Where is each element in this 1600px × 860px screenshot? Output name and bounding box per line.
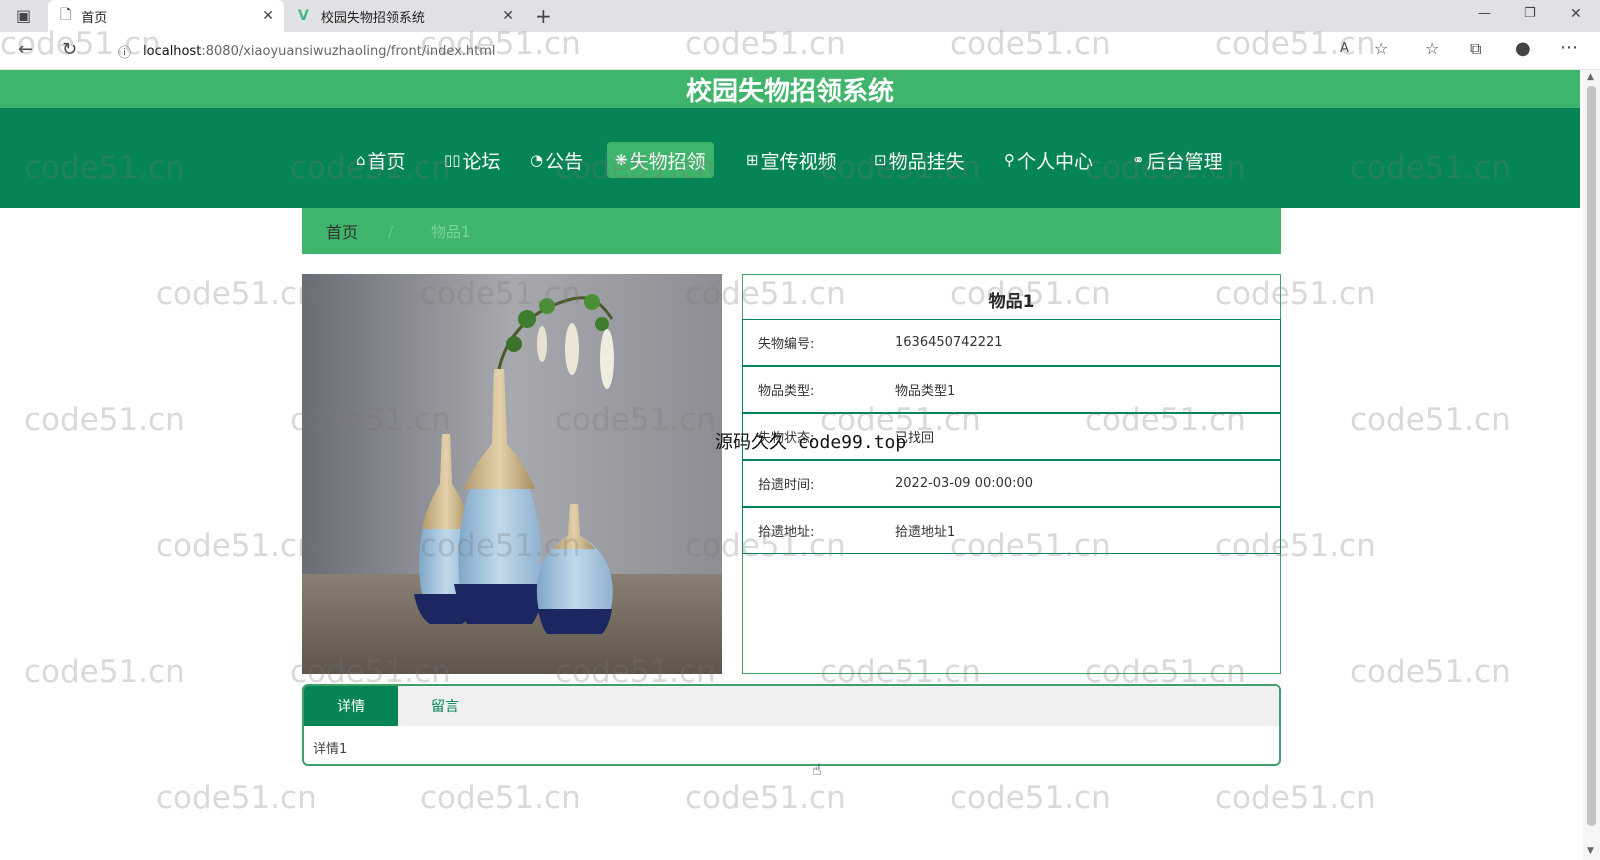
more-icon[interactable]: ⋯ <box>1560 37 1578 58</box>
info-icon: ⓘ <box>118 45 132 61</box>
nav-label: 论坛 <box>462 150 501 173</box>
detail-row-address: 拾遗地址: 拾遗地址1 <box>742 507 1281 554</box>
hand-cursor-icon: ☝ <box>812 760 822 779</box>
nav-item-profile[interactable]: ⚲ 个人中心 <box>996 142 1101 178</box>
nav-item-video[interactable]: ⊞ 宣传视频 <box>738 142 845 178</box>
item-title: 物品1 <box>988 292 1035 312</box>
user-icon: ⚲ <box>1004 151 1015 169</box>
page-scrollbar[interactable]: ▲ ▼ <box>1583 70 1600 860</box>
browser-tab-bar: ▣ 🗋 首页 ✕ V 校园失物招领系统 ✕ + — ❐ ✕ <box>0 0 1600 32</box>
close-tab-icon[interactable]: ✕ <box>262 8 274 24</box>
browser-tab-title: 首页 <box>81 10 108 26</box>
field-value: 1636450742221 <box>895 335 1003 350</box>
home-icon: ⌂ <box>356 151 366 169</box>
nav-label: 首页 <box>367 150 406 173</box>
field-value: 拾遗地址1 <box>895 525 956 540</box>
close-tab-icon[interactable]: ✕ <box>502 8 514 24</box>
main-nav: ⌂ 首页 ▯▯ 论坛 ◔ 公告 ❋ 失物招领 ⊞ 宣传视频 ⊡ 物品挂失 ⚲ 个人中心 ⚭ 后台… <box>0 108 1580 208</box>
watermark: code51.cn <box>24 402 185 438</box>
watermark: code51.cn <box>420 780 581 816</box>
field-label: 失物编号: <box>758 337 815 352</box>
detail-tabs: 详情 留言 详情1 <box>302 684 1281 766</box>
scrollbar-thumb[interactable] <box>1587 86 1596 826</box>
tab-actions-icon[interactable]: ▣ <box>16 6 31 25</box>
detail-row-id: 失物编号: 1636450742221 <box>742 319 1281 366</box>
collections-icon[interactable]: ⧉ <box>1470 39 1481 59</box>
watermark: code51.cn <box>685 780 846 816</box>
minimize-button[interactable]: — <box>1478 6 1491 21</box>
close-window-button[interactable]: ✕ <box>1570 6 1582 22</box>
favorites-icon[interactable]: ☆ <box>1425 39 1439 58</box>
watermark: code51.cn <box>156 780 317 816</box>
browser-tab-home[interactable]: 🗋 首页 ✕ <box>48 0 284 32</box>
profile-icon[interactable]: ● <box>1515 38 1531 59</box>
nav-label: 失物招领 <box>629 150 706 173</box>
browser-tab-title: 校园失物招领系统 <box>320 10 425 26</box>
breadcrumb-home[interactable]: 首页 <box>326 219 358 243</box>
tab-detail[interactable]: 详情 <box>304 686 398 726</box>
nav-item-home[interactable]: ⌂ 首页 <box>348 142 414 178</box>
back-icon[interactable]: ← <box>18 39 33 60</box>
url-path: :8080/xiaoyuansiwuzhaoling/front/index.h… <box>201 43 496 59</box>
tab-message[interactable]: 留言 <box>398 686 492 726</box>
watermark: code51.cn <box>950 780 1111 816</box>
nav-label: 物品挂失 <box>888 150 965 173</box>
watermark: code51.cn <box>24 654 185 690</box>
item-photo <box>302 274 722 674</box>
forum-icon: ▯▯ <box>444 151 461 169</box>
notice-icon: ◔ <box>530 151 544 169</box>
breadcrumb-current: 物品1 <box>431 222 471 241</box>
item-detail-panel: 物品1 失物编号: 1636450742221 物品类型: 物品类型1 失物状态… <box>742 274 1281 674</box>
breadcrumb: 首页 / 物品1 <box>302 208 1281 254</box>
watermark: code51.cn <box>1350 402 1511 438</box>
field-label: 拾遗时间: <box>758 478 815 493</box>
tab-content: 详情1 <box>313 742 348 757</box>
field-label: 物品类型: <box>758 384 815 399</box>
site-title: 校园失物招领系统 <box>0 70 1580 108</box>
field-value: 2022-03-09 00:00:00 <box>895 476 1034 491</box>
detail-row-time: 拾遗时间: 2022-03-09 00:00:00 <box>742 460 1281 507</box>
watermark: code51.cn <box>1350 654 1511 690</box>
browser-tab-system[interactable]: V 校园失物招领系统 ✕ <box>290 0 524 32</box>
nav-item-report-loss[interactable]: ⊡ 物品挂失 <box>866 142 973 178</box>
nav-item-forum[interactable]: ▯▯ 论坛 <box>436 142 509 178</box>
nav-item-notice[interactable]: ◔ 公告 <box>522 142 591 178</box>
lost-found-icon: ❋ <box>615 151 628 169</box>
new-tab-button[interactable]: + <box>535 4 552 28</box>
page-icon: 🗋 <box>60 7 72 23</box>
nav-item-admin[interactable]: ⚭ 后台管理 <box>1124 142 1231 178</box>
scroll-down-icon[interactable]: ▼ <box>1587 846 1594 856</box>
detail-row-type: 物品类型: 物品类型1 <box>742 366 1281 413</box>
nav-label: 公告 <box>545 150 584 173</box>
address-bar: ← ↻ ⓘ localhost:8080/xiaoyuansiwuzhaolin… <box>0 32 1600 70</box>
nav-label: 宣传视频 <box>760 150 837 173</box>
restore-button[interactable]: ❐ <box>1524 6 1536 21</box>
url-field[interactable]: ⓘ localhost:8080/xiaoyuansiwuzhaoling/fr… <box>100 37 1310 65</box>
watermark: code51.cn <box>156 276 317 312</box>
nav-label: 个人中心 <box>1017 150 1094 173</box>
url-host: localhost <box>143 43 202 59</box>
report-loss-icon: ⊡ <box>874 151 887 169</box>
link-icon: ⚭ <box>1132 151 1145 169</box>
vue-logo-icon: V <box>298 8 309 24</box>
breadcrumb-separator: / <box>388 221 394 241</box>
tabs-header: 详情 留言 <box>304 686 1279 726</box>
nav-item-lost-found[interactable]: ❋ 失物招领 <box>607 142 714 178</box>
read-aloud-icon[interactable]: A <box>1340 41 1349 56</box>
field-label: 拾遗地址: <box>758 525 815 540</box>
field-value: 物品类型1 <box>895 384 956 399</box>
overlay-watermark-text: 源码久久 code99.top <box>715 432 907 453</box>
video-icon: ⊞ <box>746 151 759 169</box>
scroll-up-icon[interactable]: ▲ <box>1587 72 1594 82</box>
nav-label: 后台管理 <box>1146 150 1223 173</box>
add-favorite-icon[interactable]: ☆ <box>1374 39 1388 58</box>
refresh-icon[interactable]: ↻ <box>62 39 77 60</box>
watermark: code51.cn <box>156 528 317 564</box>
watermark: code51.cn <box>1215 780 1376 816</box>
